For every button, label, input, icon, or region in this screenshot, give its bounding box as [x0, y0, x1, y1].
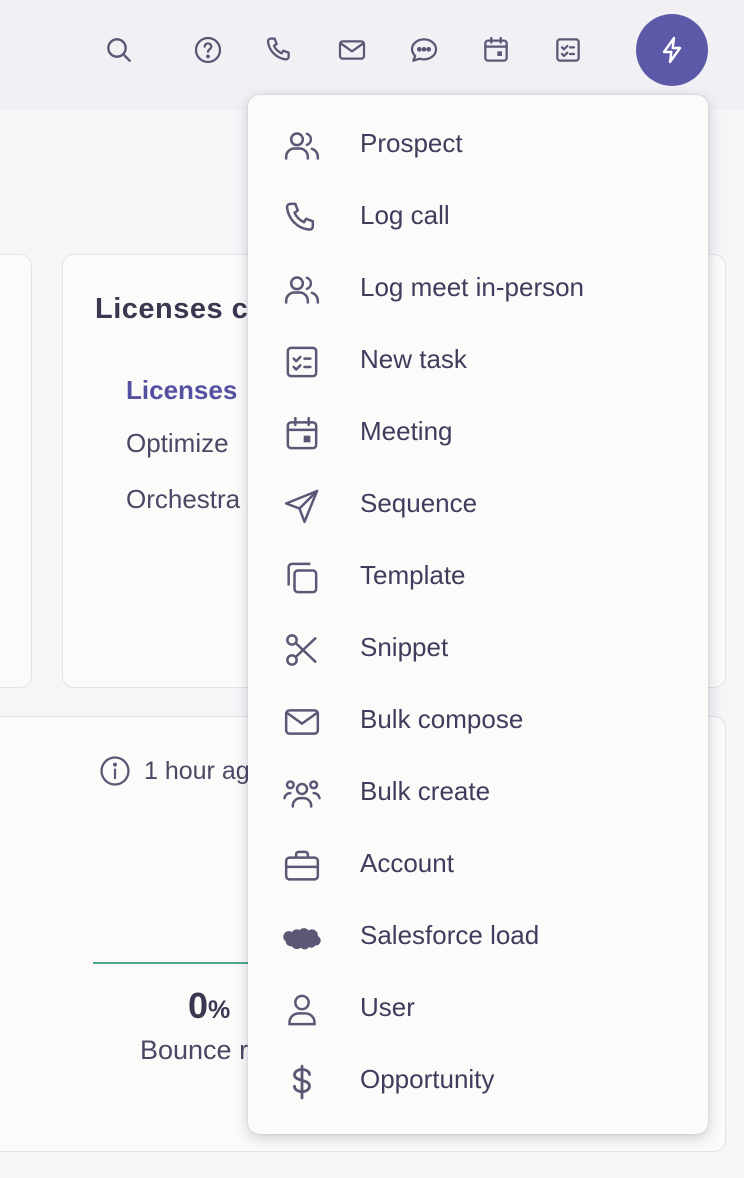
card-partial — [0, 254, 32, 688]
dollar-icon — [282, 1062, 322, 1102]
phone-icon — [282, 198, 322, 238]
card-row-optimize[interactable]: Optimize — [126, 428, 229, 459]
menu-item-label: Meeting — [360, 416, 453, 446]
last-updated-text: 1 hour ag — [144, 756, 250, 785]
menu-item-label: New task — [360, 344, 467, 374]
task-icon[interactable] — [550, 32, 586, 68]
menu-item-log-meet[interactable]: Log meet in-person — [248, 254, 708, 326]
menu-item-meeting[interactable]: Meeting — [248, 398, 708, 470]
menu-item-label: Snippet — [360, 632, 449, 662]
scissors-icon — [282, 630, 322, 670]
mail-icon[interactable] — [334, 32, 370, 68]
calendar-icon — [282, 414, 322, 454]
people-icon — [282, 126, 322, 166]
copy-icon — [282, 558, 322, 598]
group-icon — [282, 774, 322, 814]
menu-item-new-task[interactable]: New task — [248, 326, 708, 398]
mail-icon — [282, 702, 322, 742]
menu-item-template[interactable]: Template — [248, 542, 708, 614]
card-title: Licenses c — [95, 293, 249, 325]
menu-item-snippet[interactable]: Snippet — [248, 614, 708, 686]
quick-actions-menu: Prospect Log call Log meet in-person New… — [248, 95, 708, 1134]
menu-item-label: Bulk compose — [360, 704, 524, 734]
menu-item-log-call[interactable]: Log call — [248, 182, 708, 254]
help-icon[interactable] — [190, 32, 226, 68]
menu-item-label: User — [360, 992, 415, 1022]
calendar-icon[interactable] — [478, 32, 514, 68]
card-row-orchestra[interactable]: Orchestra — [126, 484, 240, 515]
menu-item-label: Sequence — [360, 488, 478, 518]
search-icon[interactable] — [101, 32, 137, 68]
menu-item-label: Bulk create — [360, 776, 491, 806]
menu-item-prospect[interactable]: Prospect — [248, 110, 708, 182]
menu-item-salesforce-load[interactable]: Salesforce load — [248, 902, 708, 974]
menu-item-label: Salesforce load — [360, 920, 540, 950]
menu-item-bulk-compose[interactable]: Bulk compose — [248, 686, 708, 758]
lightning-icon — [656, 34, 688, 66]
task-icon — [282, 342, 322, 382]
menu-item-opportunity[interactable]: Opportunity — [248, 1046, 708, 1118]
people-icon — [282, 270, 322, 310]
bounce-rate-label: Bounce r — [140, 1035, 249, 1065]
send-icon — [282, 486, 322, 526]
user-icon — [282, 990, 322, 1030]
menu-item-label: Opportunity — [360, 1064, 495, 1094]
bounce-rate-value: 0% — [188, 985, 231, 1026]
phone-icon[interactable] — [262, 32, 298, 68]
chart-baseline — [93, 962, 263, 964]
menu-item-label: Account — [360, 848, 454, 878]
menu-item-account[interactable]: Account — [248, 830, 708, 902]
menu-item-sequence[interactable]: Sequence — [248, 470, 708, 542]
menu-item-label: Template — [360, 560, 466, 590]
last-updated: 1 hour ag — [98, 754, 250, 788]
menu-item-label: Log meet in-person — [360, 272, 585, 302]
cloud-icon — [282, 918, 322, 958]
info-icon — [98, 754, 132, 788]
chat-icon[interactable] — [406, 32, 442, 68]
menu-item-label: Log call — [360, 200, 450, 230]
quick-actions-button[interactable] — [636, 14, 708, 86]
top-bar — [0, 0, 744, 110]
briefcase-icon — [282, 846, 322, 886]
menu-item-bulk-create[interactable]: Bulk create — [248, 758, 708, 830]
menu-item-label: Prospect — [360, 128, 463, 158]
card-row-licenses[interactable]: Licenses — [126, 375, 237, 406]
menu-item-user[interactable]: User — [248, 974, 708, 1046]
